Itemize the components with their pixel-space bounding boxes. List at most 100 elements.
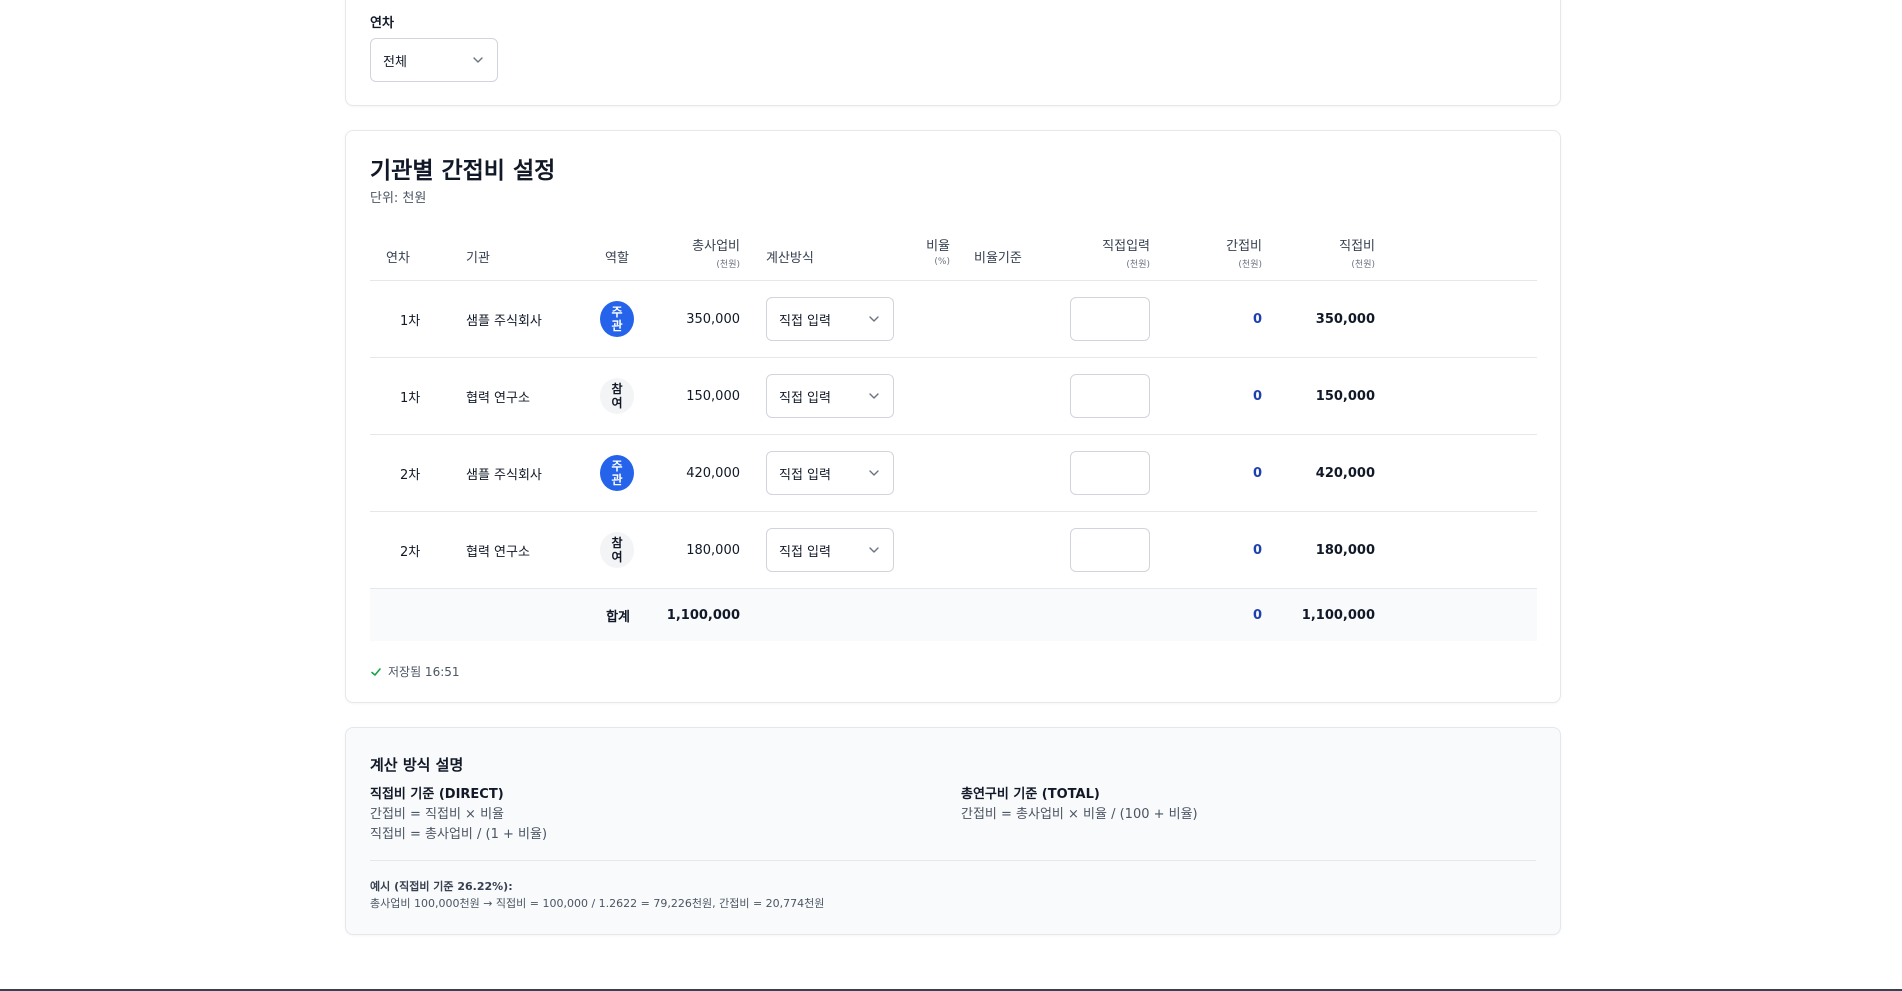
method-select-value: 직접 입력 bbox=[779, 544, 831, 560]
chevron-down-icon bbox=[471, 53, 485, 67]
cell-direct-input bbox=[1070, 512, 1150, 588]
cell-indirect: 0 bbox=[1252, 311, 1262, 327]
total-indirect-sum: 0 bbox=[1252, 607, 1262, 623]
header-year: 연차 bbox=[386, 251, 410, 266]
filter-card: 연차 전체 bbox=[345, 0, 1561, 106]
total-direct-sum: 1,100,000 bbox=[1301, 607, 1375, 623]
chevron-down-icon bbox=[867, 466, 881, 480]
direct-basis-heading: 직접비 기준 (DIRECT) bbox=[370, 787, 504, 802]
header-rate: 비율 (%) bbox=[926, 239, 950, 267]
total-cost-sum: 1,100,000 bbox=[666, 607, 740, 623]
total-label: 합계 bbox=[606, 609, 630, 625]
cell-method: 직접 입력 bbox=[766, 281, 894, 357]
table-row: 1차 협력 연구소 참여 150,000 직접 입력 0 150,000 bbox=[370, 358, 1537, 435]
method-select-value: 직접 입력 bbox=[779, 467, 831, 483]
cell-total-cost: 350,000 bbox=[686, 311, 740, 327]
total-basis-formula-1: 간접비 = 총사업비 × 비율 / (100 + 비율) bbox=[961, 807, 1198, 822]
example-block: 예시 (직접비 기준 26.22%): 총사업비 100,000천원 → 직접비… bbox=[370, 878, 824, 912]
indirect-cost-table: 연차 기관 역할 총사업비 (천원) 계산방식 비율 (%) 비율기준 직접입력 (천… bbox=[370, 227, 1537, 641]
role-badge-participant: 참여 bbox=[600, 378, 634, 414]
direct-input-field[interactable] bbox=[1070, 451, 1150, 495]
table-row: 1차 샘플 주식회사 주관 350,000 직접 입력 0 350,000 bbox=[370, 281, 1537, 358]
cell-rate bbox=[890, 512, 950, 588]
direct-basis-formula-1: 간접비 = 직접비 × 비율 bbox=[370, 807, 504, 822]
cell-indirect: 0 bbox=[1252, 388, 1262, 404]
total-basis-heading: 총연구비 기준 (TOTAL) bbox=[961, 787, 1100, 802]
cell-year: 2차 bbox=[400, 467, 421, 483]
cell-year: 1차 bbox=[400, 313, 421, 329]
cell-method: 직접 입력 bbox=[766, 358, 894, 434]
check-icon bbox=[370, 666, 382, 678]
cell-indirect: 0 bbox=[1252, 542, 1262, 558]
header-method: 계산방식 bbox=[766, 251, 814, 266]
cell-direct: 150,000 bbox=[1315, 388, 1375, 404]
cell-rate bbox=[890, 358, 950, 434]
header-total-cost: 총사업비 (천원) bbox=[692, 239, 740, 270]
cell-method: 직접 입력 bbox=[766, 512, 894, 588]
cell-total-cost: 180,000 bbox=[686, 542, 740, 558]
page: 연차 전체 기관별 간접비 설정 단위: 천원 연차 기관 역할 총사업비 (천원… bbox=[0, 0, 1902, 991]
method-select[interactable]: 직접 입력 bbox=[766, 451, 894, 495]
total-basis-block: 총연구비 기준 (TOTAL) 간접비 = 총사업비 × 비율 / (100 +… bbox=[961, 785, 1198, 825]
cell-role: 참여 bbox=[600, 358, 634, 434]
cell-direct: 420,000 bbox=[1315, 465, 1375, 481]
cell-total-cost: 150,000 bbox=[686, 388, 740, 404]
role-badge-lead: 주관 bbox=[600, 301, 634, 337]
header-direct-input: 직접입력 (천원) bbox=[1102, 239, 1150, 270]
chevron-down-icon bbox=[867, 312, 881, 326]
cell-org: 협력 연구소 bbox=[466, 544, 530, 560]
table-header: 연차 기관 역할 총사업비 (천원) 계산방식 비율 (%) 비율기준 직접입력 (천… bbox=[370, 227, 1537, 281]
method-select[interactable]: 직접 입력 bbox=[766, 374, 894, 418]
cell-role: 참여 bbox=[600, 512, 634, 588]
year-filter-select[interactable]: 전체 bbox=[370, 38, 498, 82]
cell-direct: 350,000 bbox=[1315, 311, 1375, 327]
header-rate-basis: 비율기준 bbox=[974, 251, 1022, 266]
direct-basis-formula-2: 직접비 = 총사업비 / (1 + 비율) bbox=[370, 827, 548, 842]
header-org: 기관 bbox=[466, 251, 490, 266]
method-select[interactable]: 직접 입력 bbox=[766, 297, 894, 341]
header-role: 역할 bbox=[605, 251, 629, 266]
header-indirect: 간접비 (천원) bbox=[1226, 239, 1262, 270]
cell-org: 샘플 주식회사 bbox=[466, 313, 542, 329]
cell-org: 협력 연구소 bbox=[466, 390, 530, 406]
calculation-explanation-card: 계산 방식 설명 직접비 기준 (DIRECT) 간접비 = 직접비 × 비율 … bbox=[345, 727, 1561, 935]
indirect-cost-card: 기관별 간접비 설정 단위: 천원 연차 기관 역할 총사업비 (천원) 계산방식… bbox=[345, 130, 1561, 703]
cell-role: 주관 bbox=[600, 281, 634, 357]
cell-role: 주관 bbox=[600, 435, 634, 511]
direct-input-field[interactable] bbox=[1070, 297, 1150, 341]
cell-direct: 180,000 bbox=[1315, 542, 1375, 558]
cell-rate bbox=[890, 435, 950, 511]
cell-total-cost: 420,000 bbox=[686, 465, 740, 481]
method-select[interactable]: 직접 입력 bbox=[766, 528, 894, 572]
cell-org: 샘플 주식회사 bbox=[466, 467, 542, 483]
total-row: 합계 1,100,000 0 1,100,000 bbox=[370, 589, 1537, 641]
explanation-title: 계산 방식 설명 bbox=[370, 756, 464, 774]
table-row: 2차 샘플 주식회사 주관 420,000 직접 입력 0 420,000 bbox=[370, 435, 1537, 512]
method-select-value: 직접 입력 bbox=[779, 313, 831, 329]
chevron-down-icon bbox=[867, 389, 881, 403]
divider bbox=[370, 860, 1536, 861]
cell-direct-input bbox=[1070, 435, 1150, 511]
example-text: 총사업비 100,000천원 → 직접비 = 100,000 / 1.2622 … bbox=[370, 897, 825, 910]
method-select-value: 직접 입력 bbox=[779, 390, 831, 406]
save-status: 저장됨 16:51 bbox=[370, 663, 460, 680]
header-direct: 직접비 (천원) bbox=[1339, 239, 1375, 270]
cell-direct-input bbox=[1070, 358, 1150, 434]
year-filter-label: 연차 bbox=[370, 16, 394, 31]
role-badge-participant: 참여 bbox=[600, 532, 634, 568]
role-badge-lead: 주관 bbox=[600, 455, 634, 491]
cell-rate bbox=[890, 281, 950, 357]
unit-label: 단위: 천원 bbox=[370, 191, 427, 206]
year-filter-value: 전체 bbox=[383, 54, 407, 70]
direct-input-field[interactable] bbox=[1070, 528, 1150, 572]
direct-input-field[interactable] bbox=[1070, 374, 1150, 418]
cell-year: 1차 bbox=[400, 390, 421, 406]
chevron-down-icon bbox=[867, 543, 881, 557]
table-row: 2차 협력 연구소 참여 180,000 직접 입력 0 180,000 bbox=[370, 512, 1537, 589]
cell-indirect: 0 bbox=[1252, 465, 1262, 481]
save-status-text: 저장됨 16:51 bbox=[388, 665, 460, 679]
cell-method: 직접 입력 bbox=[766, 435, 894, 511]
cell-direct-input bbox=[1070, 281, 1150, 357]
section-title: 기관별 간접비 설정 bbox=[370, 158, 556, 184]
cell-year: 2차 bbox=[400, 544, 421, 560]
